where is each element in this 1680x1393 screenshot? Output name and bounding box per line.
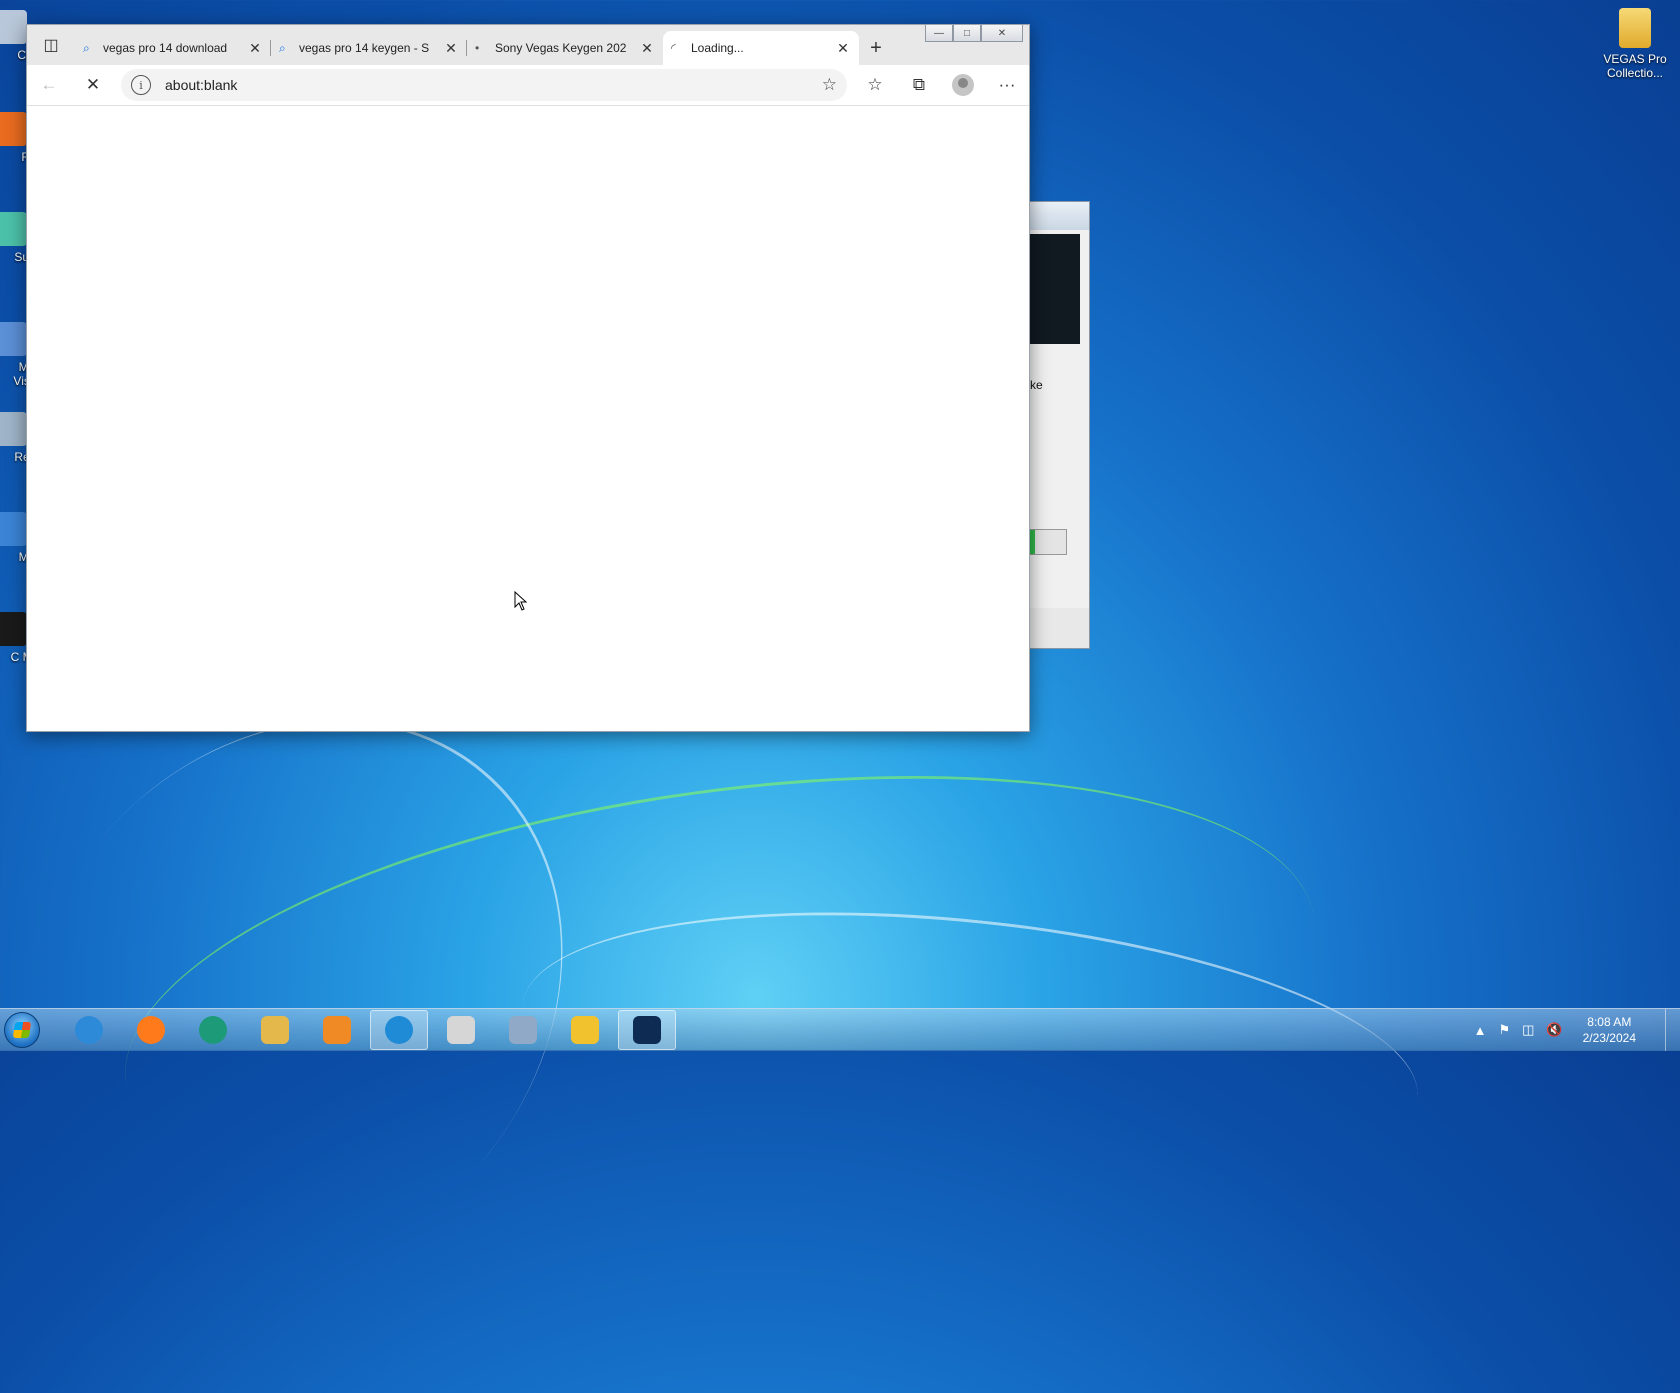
- tab-title: Sony Vegas Keygen 202: [495, 41, 627, 55]
- clock-time: 8:08 AM: [1587, 1015, 1632, 1029]
- desktop-folder-label: VEGAS Pro Collectio...: [1603, 52, 1667, 80]
- background-installer-dialog[interactable]: ke: [1029, 201, 1090, 649]
- plus-icon: +: [870, 36, 882, 59]
- settings-more-button[interactable]: ···: [985, 67, 1029, 103]
- browser-toolbar: ← ✕ i about:blank ☆ ☆ ⧉ ···: [27, 65, 1029, 106]
- close-tab-icon[interactable]: ✕: [443, 40, 459, 57]
- taskbar-media-player-button[interactable]: [308, 1010, 366, 1050]
- loading-spinner-icon: ◜: [671, 41, 676, 55]
- file-explorer-icon: [261, 1016, 289, 1044]
- minimize-icon: —: [934, 27, 944, 39]
- internet-explorer-icon: [75, 1016, 103, 1044]
- window-controls: — □ ✕: [925, 25, 1023, 42]
- close-window-button[interactable]: ✕: [981, 25, 1023, 42]
- browser-tab[interactable]: ⌕ vegas pro 14 download ✕: [75, 31, 271, 65]
- taskbar-calculator-button[interactable]: [494, 1010, 552, 1050]
- back-arrow-icon: ←: [40, 75, 58, 94]
- stop-loading-button[interactable]: ✕: [71, 67, 115, 103]
- collections-button[interactable]: ⧉: [897, 67, 941, 103]
- taskbar: ▲ ⚑ ◫ 🔇 8:08 AM 2/23/2024: [0, 1008, 1680, 1051]
- address-bar[interactable]: i about:blank ☆: [121, 69, 847, 101]
- tab-title: vegas pro 14 keygen - S: [299, 41, 430, 55]
- tab-title: Loading...: [691, 41, 744, 55]
- vegas-installer-icon: [633, 1016, 661, 1044]
- close-tab-icon[interactable]: ✕: [247, 40, 263, 57]
- tab-strip: ◫ ⌕ vegas pro 14 download ✕ ⌕ vegas pro 14 k…: [27, 25, 1029, 65]
- show-hidden-icons-icon[interactable]: ▲: [1474, 1023, 1487, 1038]
- dialog-text: ke: [1030, 378, 1043, 392]
- browser-tab[interactable]: • Sony Vegas Keygen 202 ✕: [467, 31, 663, 65]
- taskbar-firefox-button[interactable]: [122, 1010, 180, 1050]
- app-shortcut-icon: [0, 612, 27, 646]
- system-tray: ▲ ⚑ ◫ 🔇 8:08 AM 2/23/2024: [1468, 1009, 1636, 1051]
- media-player-icon: [323, 1016, 351, 1044]
- security-shield-icon: [571, 1016, 599, 1044]
- collections-icon: ⧉: [912, 75, 926, 94]
- folder-icon: [1619, 8, 1651, 48]
- desktop-folder-vegas-pro[interactable]: VEGAS Pro Collectio...: [1600, 8, 1670, 80]
- paint-icon: [447, 1016, 475, 1044]
- address-url[interactable]: about:blank: [165, 77, 822, 93]
- maximize-button[interactable]: □: [953, 25, 981, 42]
- app-shortcut-icon: [0, 112, 27, 146]
- favorites-button[interactable]: ☆: [853, 67, 897, 103]
- close-icon: ✕: [997, 27, 1007, 39]
- dialog-titlebar[interactable]: [1029, 202, 1089, 230]
- tab-actions-icon: ◫: [43, 37, 59, 54]
- more-icon: ···: [998, 75, 1016, 94]
- maximize-icon: □: [963, 27, 971, 39]
- show-desktop-button[interactable]: [1665, 1009, 1680, 1051]
- taskbar-file-explorer-button[interactable]: [246, 1010, 304, 1050]
- dialog-progress-bar: [1029, 529, 1067, 555]
- new-tab-button[interactable]: +: [859, 31, 893, 65]
- page-icon: •: [475, 41, 480, 55]
- app-shortcut-icon: [0, 212, 27, 246]
- stop-icon: ✕: [85, 75, 101, 94]
- edge-icon: [385, 1016, 413, 1044]
- page-content[interactable]: [27, 106, 1029, 731]
- windows-logo-icon: [4, 1012, 40, 1048]
- back-button[interactable]: ←: [27, 67, 71, 103]
- app-shortcut-icon: [0, 10, 27, 44]
- tab-title: vegas pro 14 download: [103, 41, 228, 55]
- profile-button[interactable]: [941, 67, 985, 103]
- taskbar-edge-button[interactable]: [370, 1010, 428, 1050]
- volume-muted-icon[interactable]: 🔇: [1546, 1022, 1562, 1038]
- search-icon: ⌕: [279, 40, 286, 55]
- add-favorite-icon[interactable]: ☆: [822, 75, 837, 95]
- network-icon[interactable]: ◫: [1522, 1022, 1534, 1038]
- avatar: [952, 74, 974, 96]
- close-tab-icon[interactable]: ✕: [639, 40, 655, 57]
- taskbar-internet-explorer-button[interactable]: [60, 1010, 118, 1050]
- browser-tab[interactable]: ⌕ vegas pro 14 keygen - S ✕: [271, 31, 467, 65]
- dialog-footer: [1029, 608, 1089, 648]
- site-info-icon[interactable]: i: [131, 75, 151, 95]
- close-tab-icon[interactable]: ✕: [835, 40, 851, 57]
- clock-date: 2/23/2024: [1582, 1031, 1636, 1045]
- taskbar-vegas-installer-button[interactable]: [618, 1010, 676, 1050]
- clock[interactable]: 8:08 AM 2/23/2024: [1583, 1014, 1636, 1046]
- start-button[interactable]: [0, 1009, 44, 1051]
- minimize-button[interactable]: —: [925, 25, 953, 42]
- dialog-banner: [1029, 234, 1080, 344]
- app-shortcut-icon: [0, 512, 27, 546]
- browser-tab[interactable]: ◜ Loading... ✕: [663, 31, 859, 65]
- taskbar-green-app-button[interactable]: [184, 1010, 242, 1050]
- firefox-icon: [137, 1016, 165, 1044]
- taskbar-paint-button[interactable]: [432, 1010, 490, 1050]
- favorites-icon: ☆: [867, 75, 883, 94]
- browser-window[interactable]: ◫ ⌕ vegas pro 14 download ✕ ⌕ vegas pro 14 k…: [26, 24, 1030, 732]
- tab-actions-button[interactable]: ◫: [27, 25, 75, 65]
- action-center-flag-icon[interactable]: ⚑: [1498, 1022, 1510, 1038]
- app-shortcut-icon: [0, 412, 27, 446]
- mouse-cursor-icon: [514, 591, 528, 611]
- green-app-icon: [199, 1016, 227, 1044]
- taskbar-security-shield-button[interactable]: [556, 1010, 614, 1050]
- search-icon: ⌕: [83, 40, 90, 55]
- calculator-icon: [509, 1016, 537, 1044]
- app-shortcut-icon: [0, 322, 27, 356]
